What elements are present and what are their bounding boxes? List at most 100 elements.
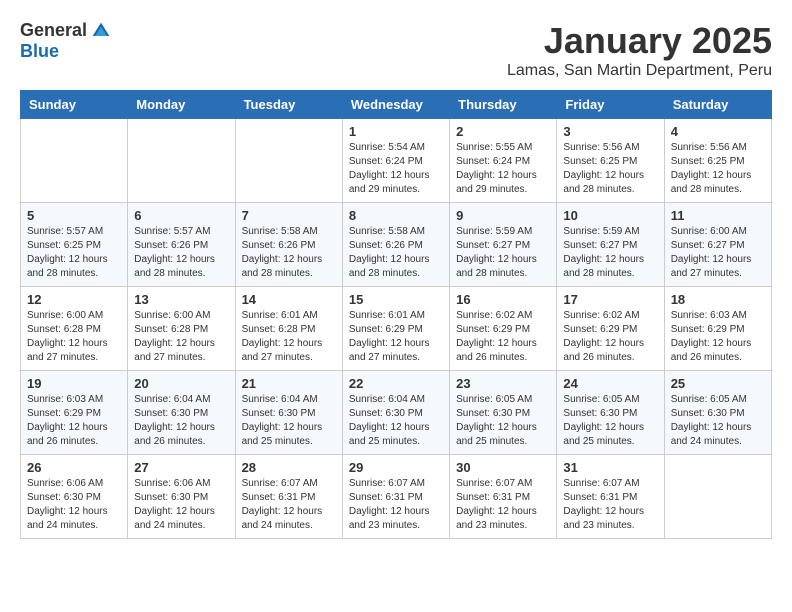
day-info: Sunrise: 6:07 AM Sunset: 6:31 PM Dayligh… [456, 477, 550, 533]
logo-icon [91, 21, 111, 41]
day-info: Sunrise: 6:01 AM Sunset: 6:29 PM Dayligh… [349, 309, 443, 365]
day-info: Sunrise: 6:07 AM Sunset: 6:31 PM Dayligh… [563, 477, 657, 533]
day-number: 6 [134, 208, 228, 223]
day-info: Sunrise: 5:58 AM Sunset: 6:26 PM Dayligh… [349, 225, 443, 281]
calendar-cell: 27 Sunrise: 6:06 AM Sunset: 6:30 PM Dayli… [128, 455, 235, 539]
day-info: Sunrise: 6:00 AM Sunset: 6:28 PM Dayligh… [27, 309, 121, 365]
calendar-cell: 11Sunrise: 6:00 AM Sunset: 6:27 PM Dayli… [664, 203, 771, 287]
calendar-cell: 9 Sunrise: 5:59 AM Sunset: 6:27 PM Daylig… [450, 203, 557, 287]
day-number: 10 [563, 208, 657, 223]
calendar-cell: 7 Sunrise: 5:58 AM Sunset: 6:26 PM Daylig… [235, 203, 342, 287]
day-info: Sunrise: 6:05 AM Sunset: 6:30 PM Dayligh… [671, 393, 765, 449]
logo-general-text: General [20, 20, 87, 41]
calendar-table: SundayMondayTuesdayWednesdayThursdayFrid… [20, 90, 772, 539]
calendar-cell [128, 119, 235, 203]
calendar-week-row: 26Sunrise: 6:06 AM Sunset: 6:30 PM Dayli… [21, 455, 772, 539]
calendar-cell: 5 Sunrise: 5:57 AM Sunset: 6:25 PM Daylig… [21, 203, 128, 287]
logo-blue-text: Blue [20, 41, 59, 62]
day-number: 4 [671, 124, 765, 139]
header-thursday: Thursday [450, 91, 557, 119]
calendar-week-row: 1Sunrise: 5:54 AM Sunset: 6:24 PM Daylig… [21, 119, 772, 203]
day-info: Sunrise: 5:56 AM Sunset: 6:25 PM Dayligh… [671, 141, 765, 197]
day-number: 16 [456, 292, 550, 307]
calendar-cell: 22 Sunrise: 6:04 AM Sunset: 6:30 PM Dayli… [342, 371, 449, 455]
day-number: 14 [242, 292, 336, 307]
day-info: Sunrise: 6:06 AM Sunset: 6:30 PM Dayligh… [27, 477, 121, 533]
day-number: 22 [349, 376, 443, 391]
header-monday: Monday [128, 91, 235, 119]
day-info: Sunrise: 6:00 AM Sunset: 6:27 PM Dayligh… [671, 225, 765, 281]
calendar-week-row: 19 Sunrise: 6:03 AM Sunset: 6:29 PM Dayli… [21, 371, 772, 455]
page-header: General Blue January 2025 Lamas, San Mar… [20, 20, 772, 80]
header-wednesday: Wednesday [342, 91, 449, 119]
day-number: 28 [242, 460, 336, 475]
day-number: 23 [456, 376, 550, 391]
calendar-cell: 19 Sunrise: 6:03 AM Sunset: 6:29 PM Dayli… [21, 371, 128, 455]
day-info: Sunrise: 6:06 AM Sunset: 6:30 PM Dayligh… [134, 477, 228, 533]
calendar-cell: 23Sunrise: 6:05 AM Sunset: 6:30 PM Dayli… [450, 371, 557, 455]
calendar-cell: 1Sunrise: 5:54 AM Sunset: 6:24 PM Daylig… [342, 119, 449, 203]
calendar-cell: 3Sunrise: 5:56 AM Sunset: 6:25 PM Daylig… [557, 119, 664, 203]
header-saturday: Saturday [664, 91, 771, 119]
day-info: Sunrise: 6:04 AM Sunset: 6:30 PM Dayligh… [134, 393, 228, 449]
header-sunday: Sunday [21, 91, 128, 119]
calendar-week-row: 5 Sunrise: 5:57 AM Sunset: 6:25 PM Daylig… [21, 203, 772, 287]
calendar-cell: 14 Sunrise: 6:01 AM Sunset: 6:28 PM Dayli… [235, 287, 342, 371]
header-tuesday: Tuesday [235, 91, 342, 119]
day-number: 21 [242, 376, 336, 391]
day-info: Sunrise: 6:03 AM Sunset: 6:29 PM Dayligh… [671, 309, 765, 365]
location-subtitle: Lamas, San Martin Department, Peru [507, 62, 772, 80]
day-info: Sunrise: 6:03 AM Sunset: 6:29 PM Dayligh… [27, 393, 121, 449]
day-info: Sunrise: 6:05 AM Sunset: 6:30 PM Dayligh… [563, 393, 657, 449]
day-info: Sunrise: 6:07 AM Sunset: 6:31 PM Dayligh… [349, 477, 443, 533]
calendar-week-row: 12 Sunrise: 6:00 AM Sunset: 6:28 PM Dayli… [21, 287, 772, 371]
day-info: Sunrise: 6:02 AM Sunset: 6:29 PM Dayligh… [563, 309, 657, 365]
day-number: 15 [349, 292, 443, 307]
calendar-cell: 18Sunrise: 6:03 AM Sunset: 6:29 PM Dayli… [664, 287, 771, 371]
day-info: Sunrise: 5:58 AM Sunset: 6:26 PM Dayligh… [242, 225, 336, 281]
month-title: January 2025 [507, 20, 772, 62]
calendar-cell: 21 Sunrise: 6:04 AM Sunset: 6:30 PM Dayli… [235, 371, 342, 455]
calendar-cell: 13 Sunrise: 6:00 AM Sunset: 6:28 PM Dayli… [128, 287, 235, 371]
day-info: Sunrise: 5:59 AM Sunset: 6:27 PM Dayligh… [563, 225, 657, 281]
calendar-cell: 25Sunrise: 6:05 AM Sunset: 6:30 PM Dayli… [664, 371, 771, 455]
calendar-cell: 6 Sunrise: 5:57 AM Sunset: 6:26 PM Daylig… [128, 203, 235, 287]
calendar-header-row: SundayMondayTuesdayWednesdayThursdayFrid… [21, 91, 772, 119]
day-number: 2 [456, 124, 550, 139]
calendar-cell [664, 455, 771, 539]
day-info: Sunrise: 5:59 AM Sunset: 6:27 PM Dayligh… [456, 225, 550, 281]
calendar-cell: 16 Sunrise: 6:02 AM Sunset: 6:29 PM Dayli… [450, 287, 557, 371]
day-number: 13 [134, 292, 228, 307]
day-number: 19 [27, 376, 121, 391]
calendar-cell: 12 Sunrise: 6:00 AM Sunset: 6:28 PM Dayli… [21, 287, 128, 371]
day-info: Sunrise: 6:01 AM Sunset: 6:28 PM Dayligh… [242, 309, 336, 365]
calendar-cell: 26Sunrise: 6:06 AM Sunset: 6:30 PM Dayli… [21, 455, 128, 539]
day-info: Sunrise: 6:04 AM Sunset: 6:30 PM Dayligh… [242, 393, 336, 449]
calendar-cell: 15 Sunrise: 6:01 AM Sunset: 6:29 PM Dayli… [342, 287, 449, 371]
day-number: 3 [563, 124, 657, 139]
day-info: Sunrise: 6:07 AM Sunset: 6:31 PM Dayligh… [242, 477, 336, 533]
day-info: Sunrise: 6:04 AM Sunset: 6:30 PM Dayligh… [349, 393, 443, 449]
day-number: 27 [134, 460, 228, 475]
day-number: 29 [349, 460, 443, 475]
calendar-cell: 17Sunrise: 6:02 AM Sunset: 6:29 PM Dayli… [557, 287, 664, 371]
logo: General Blue [20, 20, 111, 62]
calendar-cell: 31 Sunrise: 6:07 AM Sunset: 6:31 PM Dayli… [557, 455, 664, 539]
day-number: 12 [27, 292, 121, 307]
day-info: Sunrise: 6:00 AM Sunset: 6:28 PM Dayligh… [134, 309, 228, 365]
day-info: Sunrise: 5:55 AM Sunset: 6:24 PM Dayligh… [456, 141, 550, 197]
day-info: Sunrise: 6:02 AM Sunset: 6:29 PM Dayligh… [456, 309, 550, 365]
day-info: Sunrise: 5:54 AM Sunset: 6:24 PM Dayligh… [349, 141, 443, 197]
day-number: 5 [27, 208, 121, 223]
title-section: January 2025 Lamas, San Martin Departmen… [507, 20, 772, 80]
day-info: Sunrise: 5:57 AM Sunset: 6:26 PM Dayligh… [134, 225, 228, 281]
day-number: 30 [456, 460, 550, 475]
calendar-cell [21, 119, 128, 203]
day-number: 7 [242, 208, 336, 223]
day-number: 24 [563, 376, 657, 391]
day-number: 9 [456, 208, 550, 223]
header-friday: Friday [557, 91, 664, 119]
day-info: Sunrise: 5:57 AM Sunset: 6:25 PM Dayligh… [27, 225, 121, 281]
day-number: 31 [563, 460, 657, 475]
calendar-cell: 20Sunrise: 6:04 AM Sunset: 6:30 PM Dayli… [128, 371, 235, 455]
